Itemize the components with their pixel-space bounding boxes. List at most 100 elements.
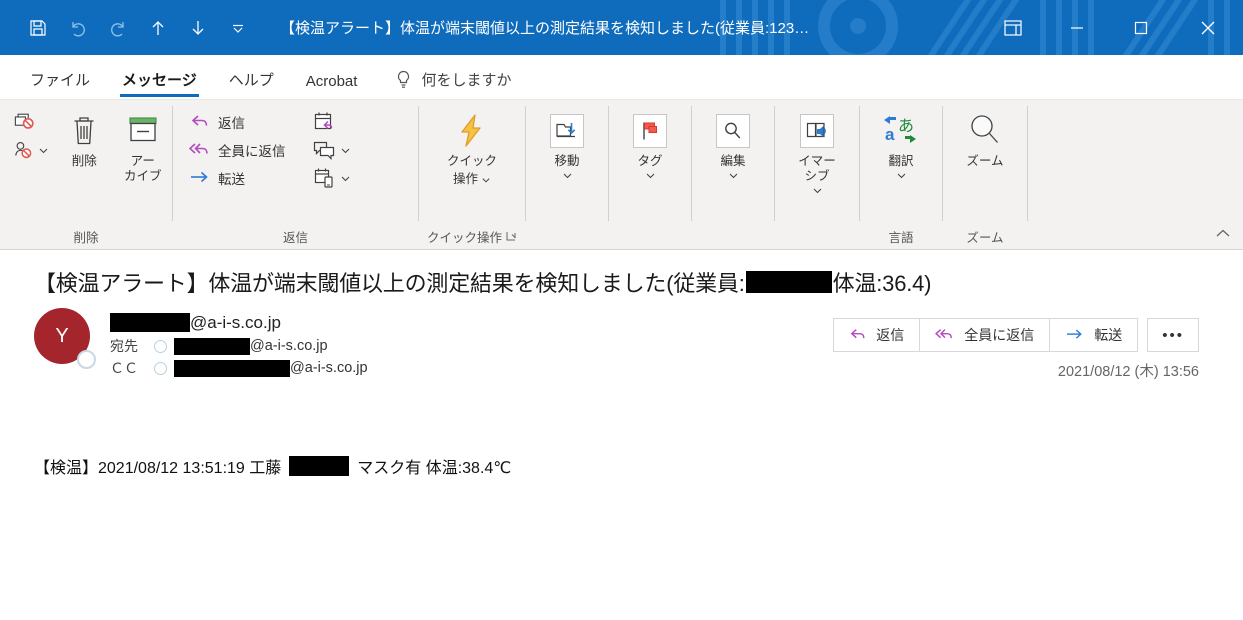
chevron-down-icon — [563, 173, 571, 179]
magnifier-icon — [716, 110, 750, 152]
reply-action-button[interactable]: 返信 — [833, 318, 921, 352]
presence-indicator — [77, 350, 96, 369]
immersive-reader-label: イマー シブ — [798, 154, 836, 183]
close-icon — [1201, 21, 1215, 34]
forward-label: 転送 — [218, 172, 245, 187]
subject-suffix: 体温:36.4) — [832, 271, 932, 296]
body-text-part1: 【検温】2021/08/12 13:51:19 工藤 — [34, 460, 282, 477]
quick-steps-button[interactable]: クイック 操作 — [427, 106, 517, 187]
ribbon-group-delete: 削除 アー カイブ 削除 — [0, 100, 172, 249]
red-flag-icon — [633, 110, 667, 152]
cc-label: ＣＣ — [110, 360, 138, 376]
more-actions-button[interactable]: ••• — [1147, 318, 1199, 352]
ribbon: 削除 アー カイブ 削除 返信 全員に返信 転送 返信 クイック 操作 クイック… — [0, 100, 1243, 250]
tell-me-label: 何をしますか — [421, 72, 512, 89]
sender-address[interactable]: @a-i-s.co.jp — [110, 310, 368, 335]
body-redaction — [289, 456, 350, 476]
quick-steps-label-line2: 操作 — [452, 172, 478, 186]
to-domain[interactable]: @a-i-s.co.jp — [250, 338, 328, 354]
forward-icon — [1067, 329, 1083, 339]
forward-button[interactable]: 転送 — [183, 164, 292, 192]
tell-me-search[interactable]: 何をしますか — [373, 69, 521, 99]
customize-quick-access-toolbar-button[interactable] — [218, 8, 258, 48]
im-button[interactable] — [308, 136, 356, 164]
recipient-presence-icon — [154, 339, 167, 353]
ribbon-group-reply: 返信 全員に返信 転送 返信 — [173, 100, 418, 249]
svg-text:a: a — [885, 125, 895, 144]
reply-all-action-button[interactable]: 全員に返信 — [919, 318, 1051, 352]
read-aloud-icon — [800, 110, 834, 152]
svg-text:あ: あ — [898, 116, 914, 135]
next-item-button[interactable] — [178, 8, 218, 48]
forward-action-label: 転送 — [1094, 327, 1123, 343]
maximize-button[interactable] — [1109, 0, 1173, 55]
tags-button[interactable]: タグ — [619, 106, 681, 182]
cc-redaction — [174, 359, 290, 377]
tab-help[interactable]: ヘルプ — [213, 69, 290, 99]
translate-icon: a あ — [883, 110, 919, 152]
ribbon-group-delete-label: 削除 — [73, 230, 99, 245]
editing-button[interactable]: 編集 — [702, 106, 764, 182]
recipient-presence-icon — [154, 361, 167, 375]
chevron-down-icon — [39, 148, 48, 153]
reply-button[interactable]: 返信 — [183, 108, 292, 136]
move-button[interactable]: 移動 — [536, 106, 598, 182]
ribbon-group-zoom-label: ズーム — [966, 230, 1004, 245]
delete-button[interactable]: 削除 — [55, 106, 114, 169]
forward-icon — [189, 169, 211, 187]
zoom-label: ズーム — [966, 154, 1004, 168]
lightbulb-icon — [398, 70, 410, 88]
calendar-phone-icon — [314, 168, 333, 188]
zoom-button[interactable]: ズーム — [954, 106, 1016, 169]
collapse-ribbon-button[interactable] — [1215, 226, 1231, 244]
message-subject: 【検温アラート】体温が端末閾値以上の測定結果を検知しました(従業員: 体温:36… — [22, 250, 1221, 304]
archive-label: アー カイブ — [123, 154, 162, 183]
avatar[interactable]: Y — [34, 308, 96, 370]
tab-file[interactable]: ファイル — [14, 69, 106, 99]
dialog-launcher-icon — [506, 231, 516, 240]
immersive-reader-button[interactable]: イマー シブ — [786, 106, 848, 197]
title-bar: 【検温アラート】体温が端末閾値以上の測定結果を検知しました(従業員:123… — [0, 0, 1243, 55]
archive-button[interactable]: アー カイブ — [114, 106, 173, 184]
redo-icon — [111, 21, 124, 36]
reply-all-label: 全員に返信 — [218, 144, 286, 159]
undo-button[interactable] — [58, 8, 98, 48]
tab-acrobat[interactable]: Acrobat — [290, 73, 374, 99]
previous-item-button[interactable] — [138, 8, 178, 48]
ignore-button[interactable] — [8, 108, 55, 136]
chevron-down-icon — [341, 176, 349, 181]
ribbon-display-options-button[interactable] — [981, 0, 1045, 55]
move-to-folder-icon — [550, 110, 584, 152]
quick-steps-dialog-launcher[interactable] — [506, 231, 517, 242]
reply-all-action-label: 全員に返信 — [964, 327, 1035, 343]
reply-all-icon — [189, 141, 211, 159]
ribbon-group-reply-label: 返信 — [282, 230, 308, 245]
move-label: 移動 — [554, 154, 580, 168]
minimize-button[interactable] — [1045, 0, 1109, 55]
lightning-bolt-icon — [455, 110, 489, 152]
quick-steps-label-line1: クイック — [446, 154, 497, 168]
chevron-up-icon — [1216, 229, 1230, 237]
window-controls — [981, 0, 1243, 55]
message-body: 【検温】2021/08/12 13:51:19 工藤 マスク有 体温:38.4℃ — [22, 379, 1221, 478]
close-button[interactable] — [1173, 0, 1243, 55]
save-icon — [30, 19, 46, 36]
forward-action-button[interactable]: 転送 — [1049, 318, 1139, 352]
to-label: 宛先 — [110, 338, 138, 354]
ribbon-group-quick-steps-label: クイック操作 — [419, 223, 525, 249]
translate-button[interactable]: a あ 翻訳 — [870, 106, 932, 182]
zoom-magnifier-icon — [966, 110, 1004, 152]
ribbon-tabs: ファイル メッセージ ヘルプ Acrobat 何をしますか — [0, 55, 1243, 100]
tab-message[interactable]: メッセージ — [106, 69, 213, 99]
maximize-icon — [1134, 21, 1148, 34]
save-button[interactable] — [18, 8, 58, 48]
ribbon-group-language: a あ 翻訳 言語 — [860, 100, 942, 249]
reply-icon — [189, 113, 211, 131]
more-reply-actions-button[interactable] — [308, 164, 356, 192]
redo-button[interactable] — [98, 8, 138, 48]
calendar-reply-icon — [314, 112, 332, 129]
reply-all-button[interactable]: 全員に返信 — [183, 136, 292, 164]
block-sender-button[interactable] — [8, 136, 55, 164]
cc-domain[interactable]: @a-i-s.co.jp — [290, 360, 368, 376]
meeting-button[interactable] — [308, 108, 356, 136]
